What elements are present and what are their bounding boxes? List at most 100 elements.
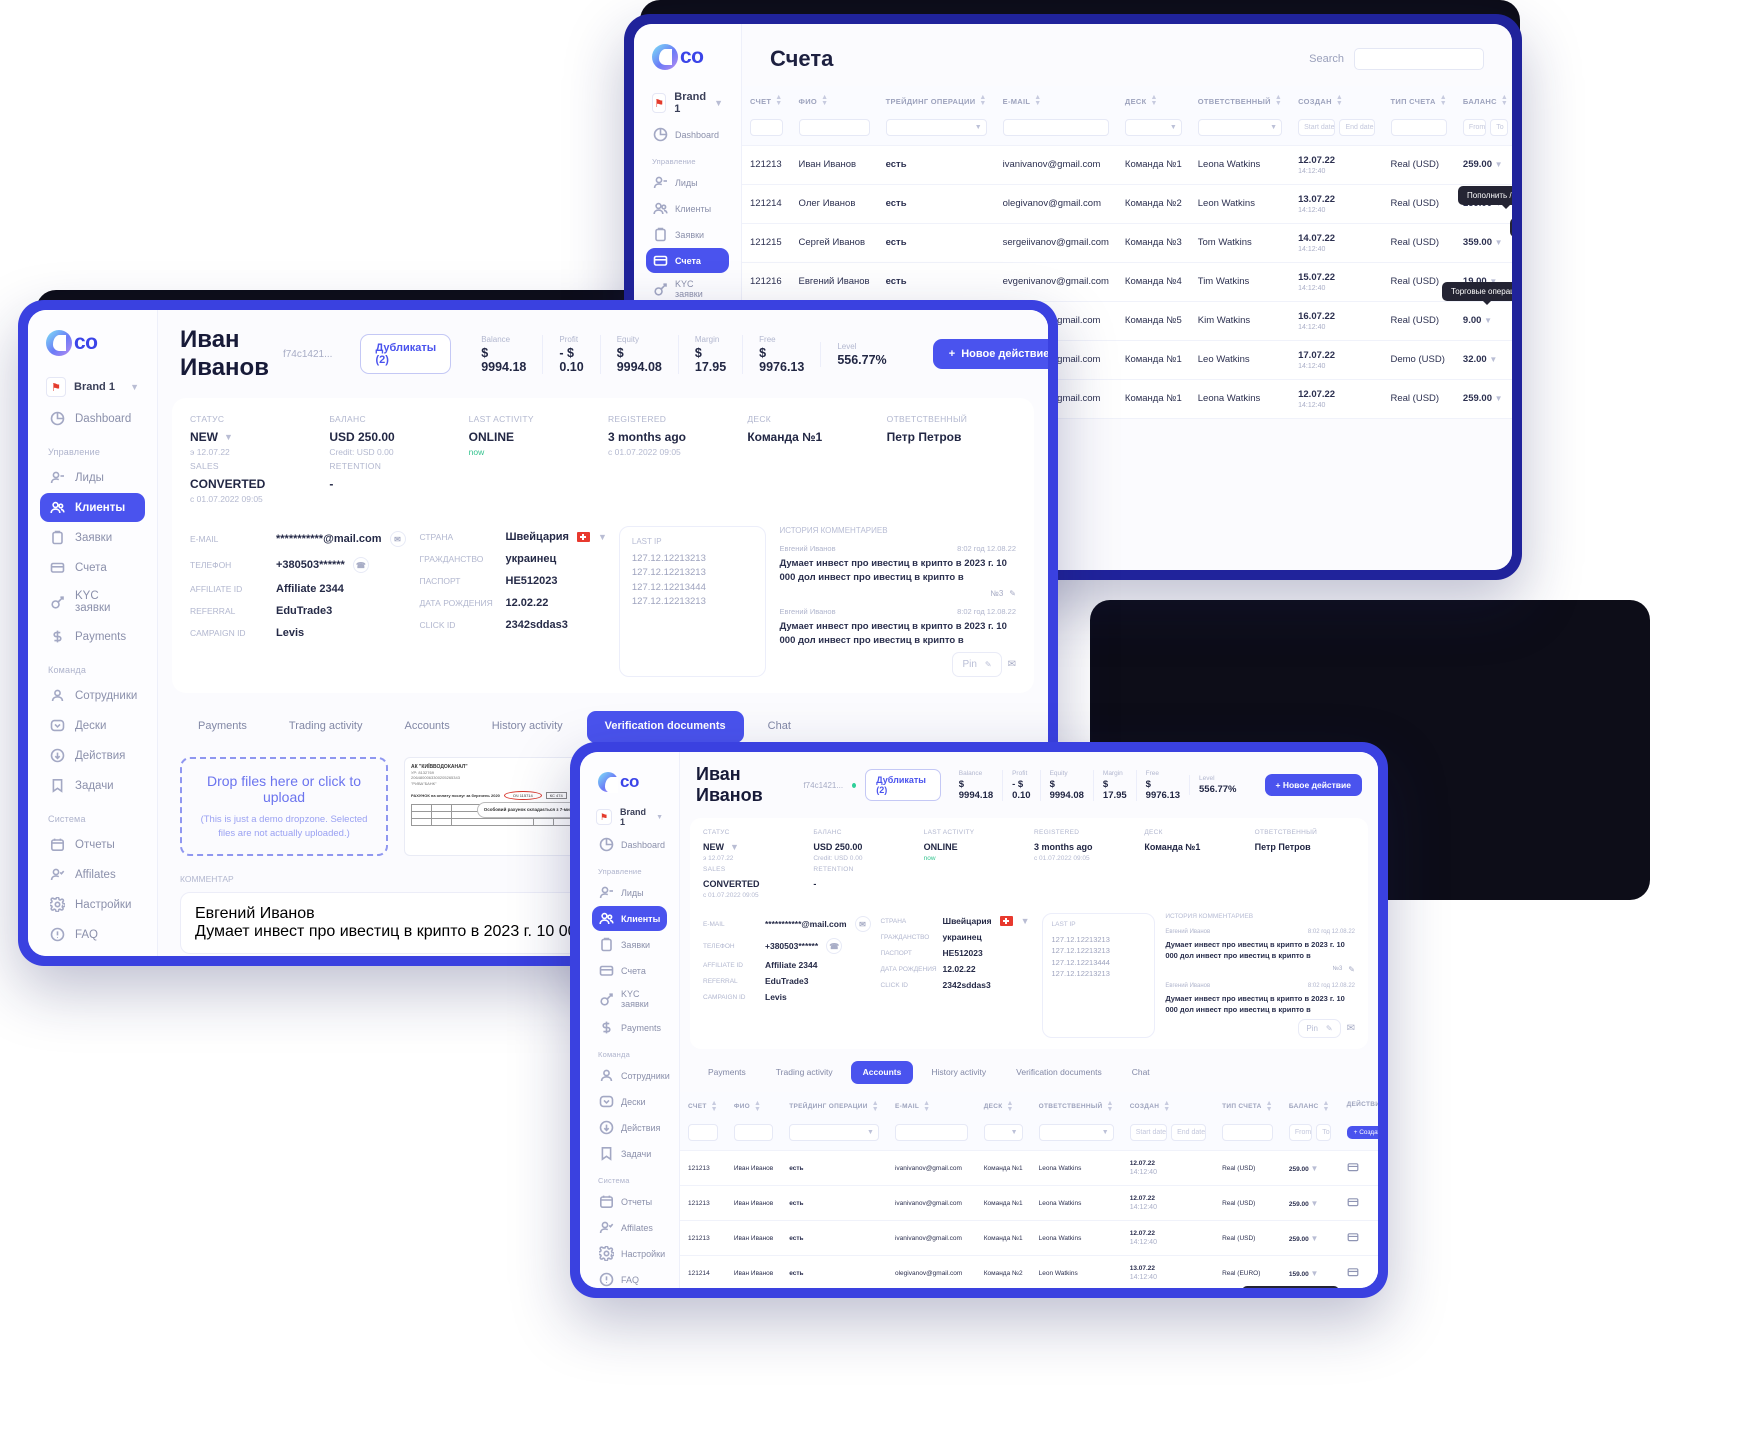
column-header[interactable]: ТИП СЧЕТА ▲ ▼ [1382, 86, 1455, 110]
send-icon[interactable]: ✉ [1347, 1023, 1355, 1034]
cell-account[interactable]: 121215 [742, 223, 791, 263]
sidebar-item-счета[interactable]: Счета [646, 248, 729, 273]
column-filter-select[interactable]: ▼ [1197, 118, 1283, 136]
sidebar-item-настройки[interactable]: Настройки [592, 1241, 667, 1266]
sidebar-item-affilates[interactable]: Affilates [40, 860, 145, 889]
sidebar-item-лиды[interactable]: Лиды [592, 880, 667, 905]
sidebar-item-kyc-заявки[interactable]: KYC заявки [592, 984, 667, 1014]
max-balance-input[interactable]: To [1316, 1124, 1331, 1142]
cell-responsible[interactable]: Leon Watkins [1189, 184, 1291, 224]
cell-desk[interactable]: Команда №1 [975, 1185, 1031, 1222]
replenish-withdraw-icon[interactable] [1347, 1266, 1359, 1281]
cell-desk[interactable]: Команда №2 [975, 1255, 1031, 1288]
replenish-withdraw-icon[interactable] [1347, 1161, 1359, 1176]
column-header[interactable]: ДЕЙСТВИЯ [1338, 1091, 1378, 1116]
sort-icon[interactable]: ▲ ▼ [1336, 94, 1343, 108]
cell-desk[interactable]: Команда №3 [1116, 223, 1190, 263]
chevron-down-icon[interactable]: ▼ [598, 532, 607, 542]
tab-history-activity[interactable]: History activity [919, 1061, 998, 1084]
cell-desk[interactable]: Команда №5 [1116, 301, 1190, 341]
sort-icon[interactable]: ▲ ▼ [821, 94, 828, 108]
file-dropzone[interactable]: Drop files here or click to upload (This… [180, 756, 388, 857]
chevron-down-icon[interactable]: ▼ [1311, 1199, 1319, 1208]
sort-icon[interactable]: ▲ ▼ [1150, 94, 1157, 108]
cell-account[interactable]: 121214 [742, 184, 791, 224]
search-input[interactable] [1354, 48, 1484, 70]
column-header[interactable]: E-MAIL ▲ ▼ [994, 86, 1117, 110]
column-filter-input[interactable] [1390, 118, 1447, 136]
sidebar-item-лиды[interactable]: Лиды [646, 170, 729, 195]
phone-icon[interactable]: ☎ [352, 557, 369, 573]
column-header[interactable]: ОТВЕТСТВЕННЫЙ ▲ ▼ [1030, 1091, 1122, 1116]
chevron-down-icon[interactable]: ▼ [1021, 916, 1030, 926]
tab-accounts[interactable]: Accounts [850, 1061, 914, 1084]
column-header[interactable]: СОЗДАН ▲ ▼ [1290, 86, 1383, 110]
max-balance-input[interactable]: To [1490, 118, 1509, 136]
sort-icon[interactable]: ▲ ▼ [872, 1100, 879, 1114]
cell-account[interactable]: 121213 [680, 1185, 726, 1222]
sidebar-item-отчеты[interactable]: Отчеты [592, 1189, 667, 1214]
column-filter-input[interactable] [894, 1124, 968, 1142]
sidebar-item-faq[interactable]: FAQ [592, 1267, 667, 1288]
cell-name[interactable]: Иван Иванов [725, 1220, 782, 1257]
sidebar-item-действия[interactable]: Действия [40, 741, 145, 770]
tab-chat[interactable]: Chat [1120, 1061, 1162, 1084]
tab-accounts[interactable]: Accounts [386, 711, 467, 743]
edit-icon[interactable]: ✎ [1348, 965, 1355, 974]
cell-responsible[interactable]: Leona Watkins [1189, 379, 1291, 419]
summary-value[interactable]: NEW ▼ [190, 430, 319, 444]
cell-name[interactable]: Сергей Иванов [790, 223, 878, 263]
sidebar-item-счета[interactable]: Счета [592, 958, 667, 983]
sidebar-item-dashboard[interactable]: Dashboard [40, 404, 145, 433]
sort-icon[interactable]: ▲ ▼ [1163, 1100, 1170, 1114]
cell-responsible[interactable]: Leona Watkins [1030, 1220, 1122, 1257]
end-date-input[interactable]: End date [1339, 118, 1375, 136]
chevron-down-icon[interactable]: ▼ [1495, 394, 1503, 403]
tab-trading-activity[interactable]: Trading activity [271, 711, 381, 743]
sort-icon[interactable]: ▲ ▼ [754, 1100, 761, 1114]
edit-icon[interactable]: ✎ [985, 660, 992, 669]
start-date-input[interactable]: Start date [1129, 1124, 1168, 1142]
column-filter-input[interactable] [688, 1124, 718, 1142]
sort-icon[interactable]: ▲ ▼ [1323, 1100, 1330, 1114]
start-date-input[interactable]: Start date [1298, 118, 1336, 136]
column-filter-select[interactable]: ▼ [789, 1124, 879, 1142]
column-header[interactable]: ТРЕЙДИНГ ОПЕРАЦИИ ▲ ▼ [781, 1091, 887, 1116]
sidebar-item-дески[interactable]: Дески [40, 711, 145, 740]
table-row[interactable]: 121214 Иван Иванов есть olegivanov@gmail.co… [680, 1255, 1378, 1288]
cell-desk[interactable]: Команда №1 [975, 1150, 1031, 1187]
replenish-withdraw-icon[interactable] [1347, 1196, 1359, 1211]
sidebar-item-настройки[interactable]: Настройки [40, 890, 145, 919]
tab-verification-documents[interactable]: Verification documents [1004, 1061, 1114, 1084]
phone-icon[interactable]: ☎ [826, 938, 843, 954]
tab-trading-activity[interactable]: Trading activity [764, 1061, 845, 1084]
chevron-down-icon[interactable]: ▼ [1311, 1269, 1319, 1278]
cell-name[interactable]: Иван Иванов [725, 1150, 782, 1187]
cell-desk[interactable]: Команда №1 [1116, 145, 1190, 185]
cell-account[interactable]: 121214 [680, 1255, 726, 1288]
tab-history-activity[interactable]: History activity [474, 711, 581, 743]
column-filter-select[interactable]: ▼ [1038, 1124, 1114, 1142]
sidebar-item-payments[interactable]: Payments [592, 1015, 667, 1040]
edit-icon[interactable]: ✎ [1009, 589, 1016, 598]
cell-desk[interactable]: Команда №4 [1116, 262, 1190, 302]
table-row[interactable]: 121213 Иван Иванов есть ivanivanov@gmail.co… [680, 1185, 1378, 1222]
cell-responsible[interactable]: Leona Watkins [1030, 1185, 1122, 1222]
brand-selector[interactable]: ⚑ Brand 1 ▼ [40, 370, 145, 404]
cell-desk[interactable]: Команда №1 [975, 1220, 1031, 1257]
sidebar-item-сотрудники[interactable]: Сотрудники [40, 681, 145, 710]
table-row[interactable]: 121213 Иван Иванов есть ivanivanov@gmail.co… [680, 1150, 1378, 1187]
sidebar-item-payments[interactable]: Payments [40, 622, 145, 651]
sort-icon[interactable]: ▲ ▼ [1501, 94, 1508, 108]
replenish-withdraw-icon[interactable] [1347, 1231, 1359, 1246]
cell-account[interactable]: 121213 [680, 1150, 726, 1187]
chevron-down-icon[interactable]: ▼ [1495, 238, 1503, 247]
column-filter-input[interactable] [750, 118, 783, 136]
column-header[interactable]: E-MAIL ▲ ▼ [886, 1091, 976, 1116]
column-filter-select[interactable]: ▼ [885, 118, 987, 136]
mail-icon[interactable]: ✉ [854, 916, 871, 932]
summary-value[interactable]: NEW ▼ [703, 842, 803, 852]
send-icon[interactable]: ✉ [1008, 659, 1016, 670]
sidebar-item-задачи[interactable]: Задачи [592, 1141, 667, 1166]
sidebar-item-отчеты[interactable]: Отчеты [40, 830, 145, 859]
